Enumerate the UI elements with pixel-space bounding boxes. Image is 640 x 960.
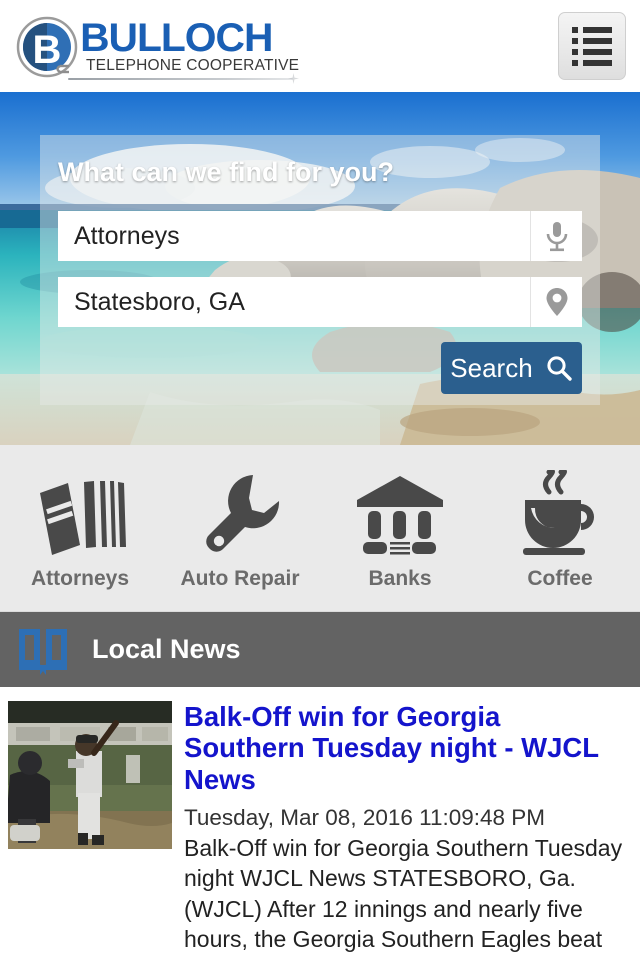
bulloch-logo-mark: B (16, 16, 78, 78)
category-label: Auto Repair (180, 567, 300, 590)
microphone-icon[interactable] (530, 211, 582, 261)
logo-text-secondary: TELEPHONE COOPERATIVE (86, 57, 300, 74)
category-banks[interactable]: Banks (320, 445, 480, 611)
category-auto-repair[interactable]: Auto Repair (160, 445, 320, 611)
coffee-cup-icon (515, 470, 605, 557)
location-field[interactable] (58, 277, 582, 327)
category-label: Attorneys (30, 567, 130, 590)
svg-text:B: B (33, 28, 62, 72)
article-title[interactable]: Balk-Off win for Georgia Southern Tuesda… (184, 701, 628, 795)
article-thumbnail[interactable] (8, 701, 172, 849)
logo-text-primary: BULLOCH (80, 16, 273, 60)
news-article[interactable]: Balk-Off win for Georgia Southern Tuesda… (0, 687, 640, 960)
baseball-batter-photo (8, 701, 172, 849)
search-panel: What can we find for you? Attorneys Stat… (40, 135, 600, 405)
map-pin-icon[interactable] (530, 277, 582, 327)
category-label: Banks (368, 567, 432, 590)
open-book-icon (19, 628, 67, 675)
search-input[interactable] (58, 211, 530, 261)
category-attorneys[interactable]: Attorneys (0, 445, 160, 611)
category-coffee[interactable]: Coffee (480, 445, 640, 611)
law-books-icon (34, 471, 126, 557)
search-button[interactable]: Search (441, 342, 582, 394)
hero-search-section: What can we find for you? Attorneys Stat… (0, 92, 640, 445)
article-body: Balk-Off win for Georgia Southern Tuesda… (184, 701, 628, 960)
sparkle-icon (288, 73, 299, 84)
site-logo[interactable]: B BULLOCH TELEPHONE COOPERATIVE (10, 14, 300, 84)
search-panel-title: What can we find for you? (58, 157, 394, 187)
list-menu-icon (572, 26, 612, 66)
menu-button[interactable] (558, 12, 626, 80)
wrench-icon (197, 471, 283, 557)
logo-rule (68, 78, 293, 80)
bank-building-icon (355, 471, 445, 557)
category-label: Coffee (527, 567, 593, 590)
magnifier-icon (547, 356, 572, 381)
search-button-label: Search (450, 352, 533, 383)
category-shortcuts: Attorneys Auto Repair Banks Coffee (0, 445, 640, 612)
location-input[interactable] (58, 277, 530, 327)
local-news-header: Local News (0, 612, 640, 687)
local-news-title: Local News (92, 634, 241, 664)
site-header: B BULLOCH TELEPHONE COOPERATIVE (0, 0, 640, 92)
article-date: Tuesday, Mar 08, 2016 11:09:48 PM (184, 805, 546, 831)
article-summary: Balk-Off win for Georgia Southern Tuesda… (184, 835, 623, 960)
search-term-field[interactable] (58, 211, 582, 261)
